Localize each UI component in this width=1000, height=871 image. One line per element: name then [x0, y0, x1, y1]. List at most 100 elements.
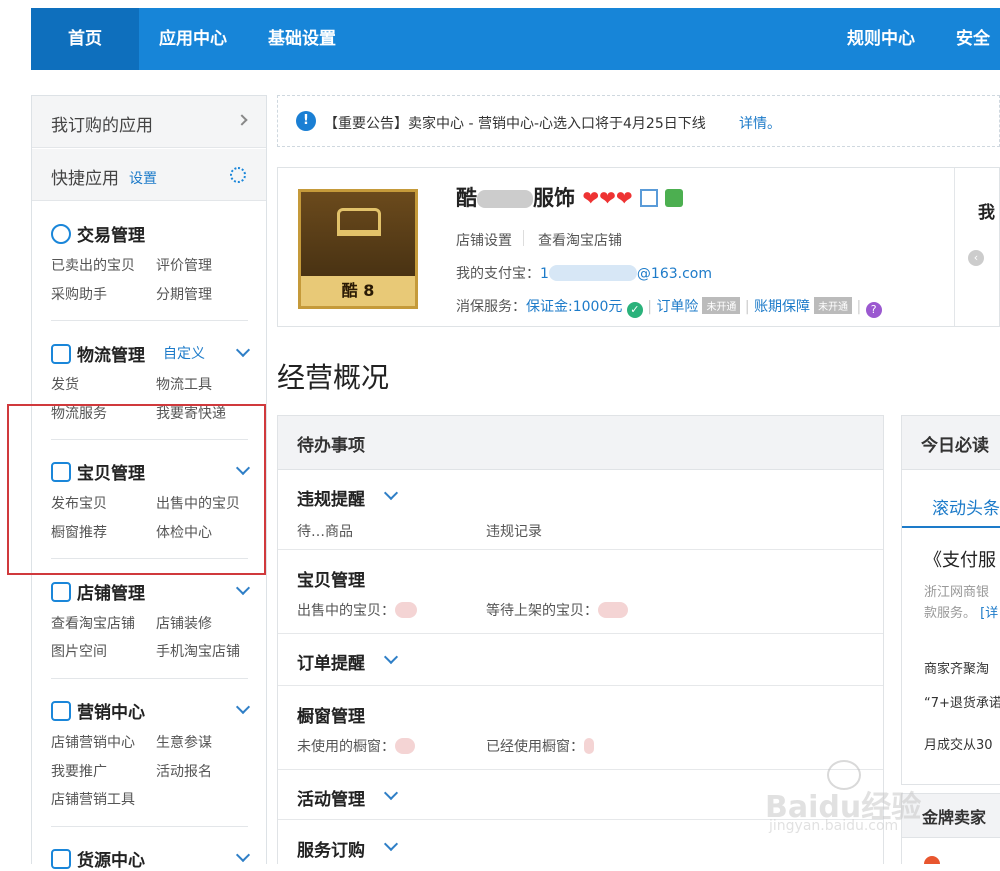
section-marketing-title[interactable]: 营销中心: [51, 698, 145, 723]
todo-row-title[interactable]: 违规提醒: [297, 485, 365, 510]
quick-apps-settings-link[interactable]: 设置: [129, 168, 157, 188]
consumer-label: 消保服务：: [456, 299, 526, 315]
alipay-domain: @163.com: [636, 266, 712, 282]
quick-apps-label: 快捷应用: [51, 169, 119, 189]
blurred-text: [477, 190, 533, 208]
todo-row-title[interactable]: 橱窗管理: [297, 702, 365, 727]
alipay-row: 我的支付宝：1 @163.com: [456, 263, 712, 283]
subscribed-apps-row[interactable]: 我订购的应用: [32, 96, 266, 148]
link-review-management[interactable]: 评价管理: [156, 255, 212, 275]
todo-row-field: 未使用的橱窗：: [297, 736, 415, 756]
divider: [51, 320, 248, 321]
nav-app-center[interactable]: 应用中心: [159, 8, 227, 70]
todo-row-title[interactable]: 活动管理: [297, 785, 365, 810]
nav-basic-settings[interactable]: 基础设置: [268, 8, 336, 70]
gear-icon[interactable]: [230, 167, 246, 183]
shop-logo-text: 酷 8: [301, 276, 415, 306]
section-logistics-title[interactable]: 物流管理: [51, 341, 145, 366]
order-insurance-link[interactable]: 订单险: [656, 299, 698, 315]
nav-security-center[interactable]: 安全中: [956, 8, 1000, 111]
link-mobile-store[interactable]: 手机淘宝店铺: [156, 641, 240, 661]
highlight-box: [7, 404, 266, 575]
chevron-down-icon[interactable]: [383, 836, 399, 852]
chevron-down-icon[interactable]: [383, 785, 399, 801]
link-purchase-assistant[interactable]: 采购助手: [51, 284, 107, 304]
chevron-down-icon[interactable]: [235, 699, 251, 715]
account-protection-link[interactable]: 账期保障: [754, 299, 810, 315]
link-store-marketing-center[interactable]: 店铺营销中心: [51, 732, 135, 752]
store-icon: [51, 582, 71, 602]
quick-apps-row: 快捷应用 设置: [32, 149, 266, 201]
todo-row-field: 出售中的宝贝：: [297, 600, 417, 620]
crown-icon: [337, 208, 381, 236]
chevron-down-icon[interactable]: [383, 649, 399, 665]
chevron-down-icon[interactable]: [235, 580, 251, 596]
headline-detail-link[interactable]: [详: [980, 606, 998, 621]
blurred-text: [395, 602, 417, 618]
check-icon: ✓: [626, 302, 643, 318]
todo-panel: 待办事项 违规提醒 待…商品 违规记录 宝贝管理 出售中的宝贝： 等待上架的宝贝…: [277, 415, 884, 864]
field-label: 出售中的宝贝：: [297, 603, 395, 619]
section-supply-title[interactable]: 货源中心: [51, 846, 145, 871]
divider: [954, 168, 955, 326]
news-item[interactable]: 月成交从30: [924, 734, 993, 753]
link-business-advisor[interactable]: 生意参谋: [156, 732, 212, 752]
shop-logo[interactable]: 酷 8: [298, 189, 418, 309]
blurred-text: [584, 738, 594, 754]
chevron-left-icon[interactable]: ‹: [968, 250, 984, 266]
today-header: 今日必读: [902, 416, 1000, 470]
link-ship[interactable]: 发货: [51, 374, 79, 394]
chevron-down-icon[interactable]: [383, 485, 399, 501]
field-label: 等待上架的宝贝：: [486, 603, 598, 619]
divider: [51, 826, 248, 827]
help-icon[interactable]: ?: [865, 302, 882, 318]
todo-row-service: 服务订购: [278, 820, 883, 870]
view-store-link[interactable]: 查看淘宝店铺: [538, 230, 622, 250]
yuan-icon: [51, 224, 71, 244]
shop-name[interactable]: 酷 服饰 ❤❤❤: [456, 182, 684, 212]
right-panel-title: 我: [978, 203, 995, 223]
store-settings-link[interactable]: 店铺设置: [456, 230, 512, 250]
badge-icon: [665, 189, 684, 207]
link-logistics-tools[interactable]: 物流工具: [156, 374, 212, 394]
headline-text: 款服务。: [924, 606, 977, 621]
headline-title[interactable]: 《支付服: [924, 546, 996, 572]
chevron-down-icon[interactable]: [235, 847, 251, 863]
field-label: 未使用的橱窗：: [297, 739, 395, 755]
chevron-down-icon[interactable]: [235, 342, 251, 358]
blurred-text: [548, 265, 637, 281]
section-trade-title[interactable]: 交易管理: [51, 221, 145, 246]
news-item[interactable]: “7+退货承诺: [924, 692, 1000, 711]
section-store-label: 店铺管理: [77, 584, 145, 604]
megaphone-icon: [51, 701, 71, 721]
link-image-space[interactable]: 图片空间: [51, 641, 107, 661]
todo-row-title[interactable]: 宝贝管理: [297, 566, 365, 591]
link-event-signup[interactable]: 活动报名: [156, 761, 212, 781]
logistics-customize-link[interactable]: 自定义: [163, 343, 205, 363]
separator: |: [647, 299, 652, 315]
blurred-text: [395, 738, 415, 754]
not-open-badge: 未开通: [814, 297, 853, 314]
link-installment-management[interactable]: 分期管理: [156, 284, 212, 304]
nav-rules-center[interactable]: 规则中心: [847, 8, 915, 70]
todo-row-orders: 订单提醒: [278, 634, 883, 686]
todo-header: 待办事项: [278, 416, 883, 470]
todo-row-field: 等待上架的宝贝：: [486, 600, 628, 620]
link-store-decoration[interactable]: 店铺装修: [156, 613, 212, 633]
tab-scroll-headlines[interactable]: 滚动头条: [932, 494, 1000, 519]
todo-row-title[interactable]: 订单提醒: [297, 649, 365, 674]
link-marketing-tools[interactable]: 店铺营销工具: [51, 789, 135, 809]
deposit-link[interactable]: 保证金:1000元: [526, 299, 622, 315]
todo-row-violation: 违规提醒 待…商品 违规记录: [278, 471, 883, 550]
news-item[interactable]: 商家齐聚淘: [924, 658, 989, 677]
nav-home[interactable]: 首页: [31, 8, 139, 70]
section-logistics-label: 物流管理: [77, 346, 145, 366]
section-store-title[interactable]: 店铺管理: [51, 579, 145, 604]
headline-line: 浙江网商银: [924, 585, 990, 600]
link-promote[interactable]: 我要推广: [51, 761, 107, 781]
link-sold-items[interactable]: 已卖出的宝贝: [51, 255, 135, 275]
announcement-text: 【重要公告】卖家中心 - 营销中心-心选入口将于4月25日下线: [324, 116, 706, 132]
todo-row-title[interactable]: 服务订购: [297, 836, 365, 861]
link-view-store[interactable]: 查看淘宝店铺: [51, 613, 135, 633]
announcement-detail-link[interactable]: 详情。: [739, 113, 781, 133]
